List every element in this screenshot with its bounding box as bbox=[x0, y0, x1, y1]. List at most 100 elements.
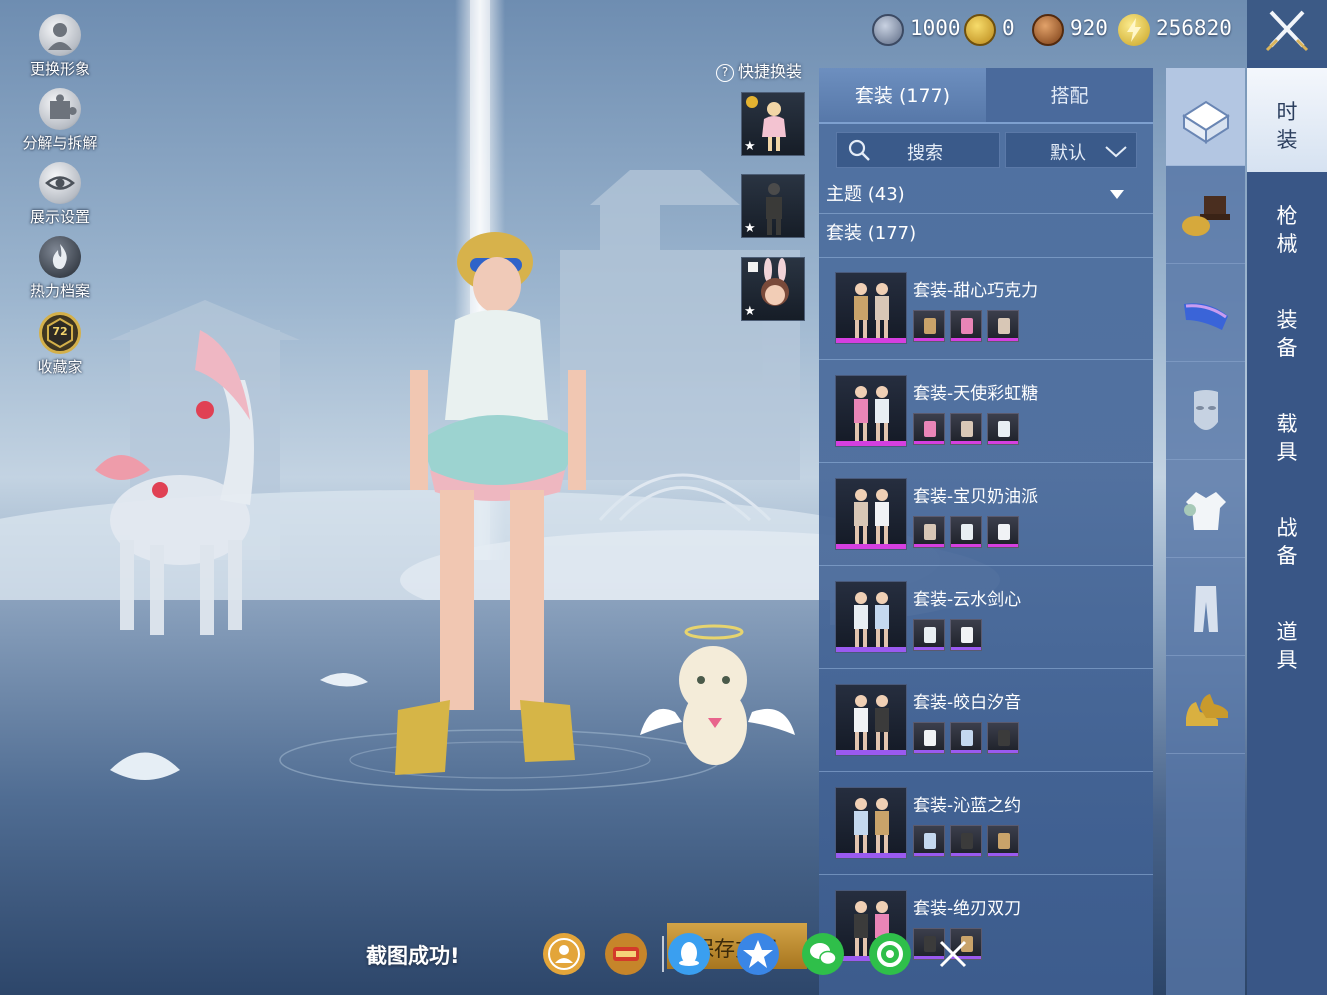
tab-vehicles-label: 载具 bbox=[1276, 412, 1298, 464]
suit-list-item[interactable]: 套装-天使彩虹糖 bbox=[819, 367, 1153, 469]
puzzle-icon bbox=[39, 88, 81, 130]
suit-filter[interactable]: 套装 (177) bbox=[826, 215, 1144, 253]
category-hat[interactable] bbox=[1166, 166, 1245, 264]
category-shoes[interactable] bbox=[1166, 656, 1245, 754]
suit-name: 套装-皎白汐音 bbox=[913, 693, 1022, 713]
suit-part-thumbnail[interactable] bbox=[950, 516, 982, 548]
change-avatar-label: 更换形象 bbox=[29, 60, 90, 78]
tab-suits[interactable]: 套装 (177) bbox=[819, 68, 986, 124]
rarity-bar bbox=[914, 441, 944, 444]
flame-icon bbox=[39, 236, 81, 278]
category-pants[interactable] bbox=[1166, 558, 1245, 656]
suit-figure-icon bbox=[854, 386, 889, 441]
suit-figure-icon bbox=[854, 283, 889, 338]
currency-silver-value: 1000 bbox=[910, 16, 961, 40]
search-icon bbox=[848, 139, 870, 161]
quick-change-label: 快捷换装 bbox=[738, 62, 803, 81]
share-moments-button[interactable] bbox=[869, 933, 911, 975]
currency-bar: 1000 0 920 256820 bbox=[868, 10, 1240, 50]
suit-list-item[interactable]: 套装-甜心巧克力 bbox=[819, 264, 1153, 366]
share-close-button[interactable] bbox=[932, 933, 974, 975]
rarity-bar bbox=[836, 441, 906, 446]
suit-list-item[interactable]: 套装-宝贝奶油派 bbox=[819, 470, 1153, 572]
heat-profile-label: 热力档案 bbox=[29, 282, 90, 300]
tab-equipment-label: 装备 bbox=[1276, 308, 1298, 360]
suit-list-item[interactable]: 套装-皎白汐音 bbox=[819, 676, 1153, 778]
goggles-icon bbox=[1184, 303, 1228, 330]
share-qq-button[interactable] bbox=[668, 933, 710, 975]
suit-part-thumbnail[interactable] bbox=[950, 722, 982, 754]
suit-part-thumbnail[interactable] bbox=[987, 516, 1019, 548]
decompose-button[interactable]: 分解与拆解 bbox=[10, 88, 110, 158]
rarity-bar bbox=[836, 647, 906, 652]
tab-firearms[interactable]: 枪械 bbox=[1247, 172, 1327, 276]
suit-part-thumbnail[interactable] bbox=[913, 722, 945, 754]
suit-list-item[interactable]: 套装-沁蓝之约 bbox=[819, 779, 1153, 881]
tab-vehicles[interactable]: 载具 bbox=[1247, 380, 1327, 484]
suit-part-thumbnail[interactable] bbox=[987, 722, 1019, 754]
outfit-icon bbox=[1184, 492, 1226, 530]
change-avatar-button[interactable]: 更换形象 bbox=[10, 14, 110, 84]
quick-slot-2[interactable]: ★ bbox=[741, 174, 805, 238]
rarity-bar bbox=[951, 750, 981, 753]
suit-part-thumbnail[interactable] bbox=[913, 413, 945, 445]
suit-part-thumbnail[interactable] bbox=[987, 413, 1019, 445]
share-wechat-button[interactable] bbox=[802, 933, 844, 975]
share-game-button[interactable] bbox=[605, 933, 647, 975]
tab-items[interactable]: 道具 bbox=[1247, 588, 1327, 692]
suit-part-thumbnail[interactable] bbox=[913, 310, 945, 342]
category-goggles[interactable] bbox=[1166, 264, 1245, 362]
suit-part-thumbnail[interactable] bbox=[950, 310, 982, 342]
share-qzone-button[interactable] bbox=[737, 933, 779, 975]
quick-change-title[interactable]: ? 快捷换装 bbox=[716, 58, 826, 82]
tab-equipment[interactable]: 装备 bbox=[1247, 276, 1327, 380]
moments-icon bbox=[877, 941, 903, 967]
suit-part-thumbnail[interactable] bbox=[950, 413, 982, 445]
search-input[interactable]: 搜索 bbox=[836, 132, 1000, 168]
suit-name: 套装-云水剑心 bbox=[913, 590, 1022, 610]
suit-figure-icon bbox=[854, 592, 889, 647]
suit-part-thumbnail[interactable] bbox=[950, 619, 982, 651]
screenshot-toast: 截图成功! bbox=[366, 944, 460, 968]
suit-part-thumbnail[interactable] bbox=[913, 825, 945, 857]
theme-filter[interactable]: 主题 (43) bbox=[826, 176, 1144, 214]
rarity-bar bbox=[951, 544, 981, 547]
sort-dropdown[interactable]: 默认 bbox=[1005, 132, 1137, 168]
tab-match[interactable]: 搭配 bbox=[986, 68, 1153, 124]
display-settings-button[interactable]: 展示设置 bbox=[10, 162, 110, 232]
close-icon bbox=[939, 940, 967, 968]
collector-label: 收藏家 bbox=[37, 358, 83, 376]
qq-icon bbox=[679, 942, 699, 966]
suit-part-thumbnail[interactable] bbox=[913, 619, 945, 651]
quick-slot-3[interactable]: ★ bbox=[741, 257, 805, 321]
divider bbox=[819, 565, 1153, 566]
suit-figure-icon bbox=[854, 489, 889, 544]
tab-combat-gear[interactable]: 战备 bbox=[1247, 484, 1327, 588]
rarity-bar bbox=[836, 338, 906, 343]
close-button[interactable] bbox=[1247, 0, 1327, 60]
collector-button[interactable]: 72 收藏家 bbox=[10, 312, 110, 382]
rarity-bar bbox=[914, 647, 944, 650]
suit-part-thumbnail[interactable] bbox=[987, 825, 1019, 857]
suit-part-thumbnail[interactable] bbox=[987, 310, 1019, 342]
category-face[interactable] bbox=[1166, 362, 1245, 460]
divider bbox=[819, 771, 1153, 772]
rarity-bar bbox=[951, 647, 981, 650]
suit-part-thumbnail[interactable] bbox=[913, 516, 945, 548]
rarity-bar bbox=[988, 853, 1018, 856]
lightning-coin-icon bbox=[1118, 14, 1150, 46]
suit-part-thumbnail[interactable] bbox=[950, 825, 982, 857]
share-friend-button[interactable] bbox=[543, 933, 585, 975]
search-placeholder: 搜索 bbox=[907, 143, 943, 164]
divider bbox=[819, 668, 1153, 669]
currency-gold-value: 0 bbox=[1002, 16, 1015, 40]
tab-fashion[interactable]: 时装 bbox=[1247, 68, 1327, 172]
suit-list-item[interactable]: 套装-云水剑心 bbox=[819, 573, 1153, 675]
rarity-bar bbox=[836, 853, 906, 858]
category-outfit[interactable] bbox=[1166, 460, 1245, 558]
heat-profile-button[interactable]: 热力档案 bbox=[10, 236, 110, 306]
silver-coin-icon bbox=[872, 14, 904, 46]
category-helmet[interactable] bbox=[1166, 68, 1245, 166]
quick-slot-1[interactable]: ★ bbox=[741, 92, 805, 156]
avatar-icon bbox=[39, 14, 81, 56]
